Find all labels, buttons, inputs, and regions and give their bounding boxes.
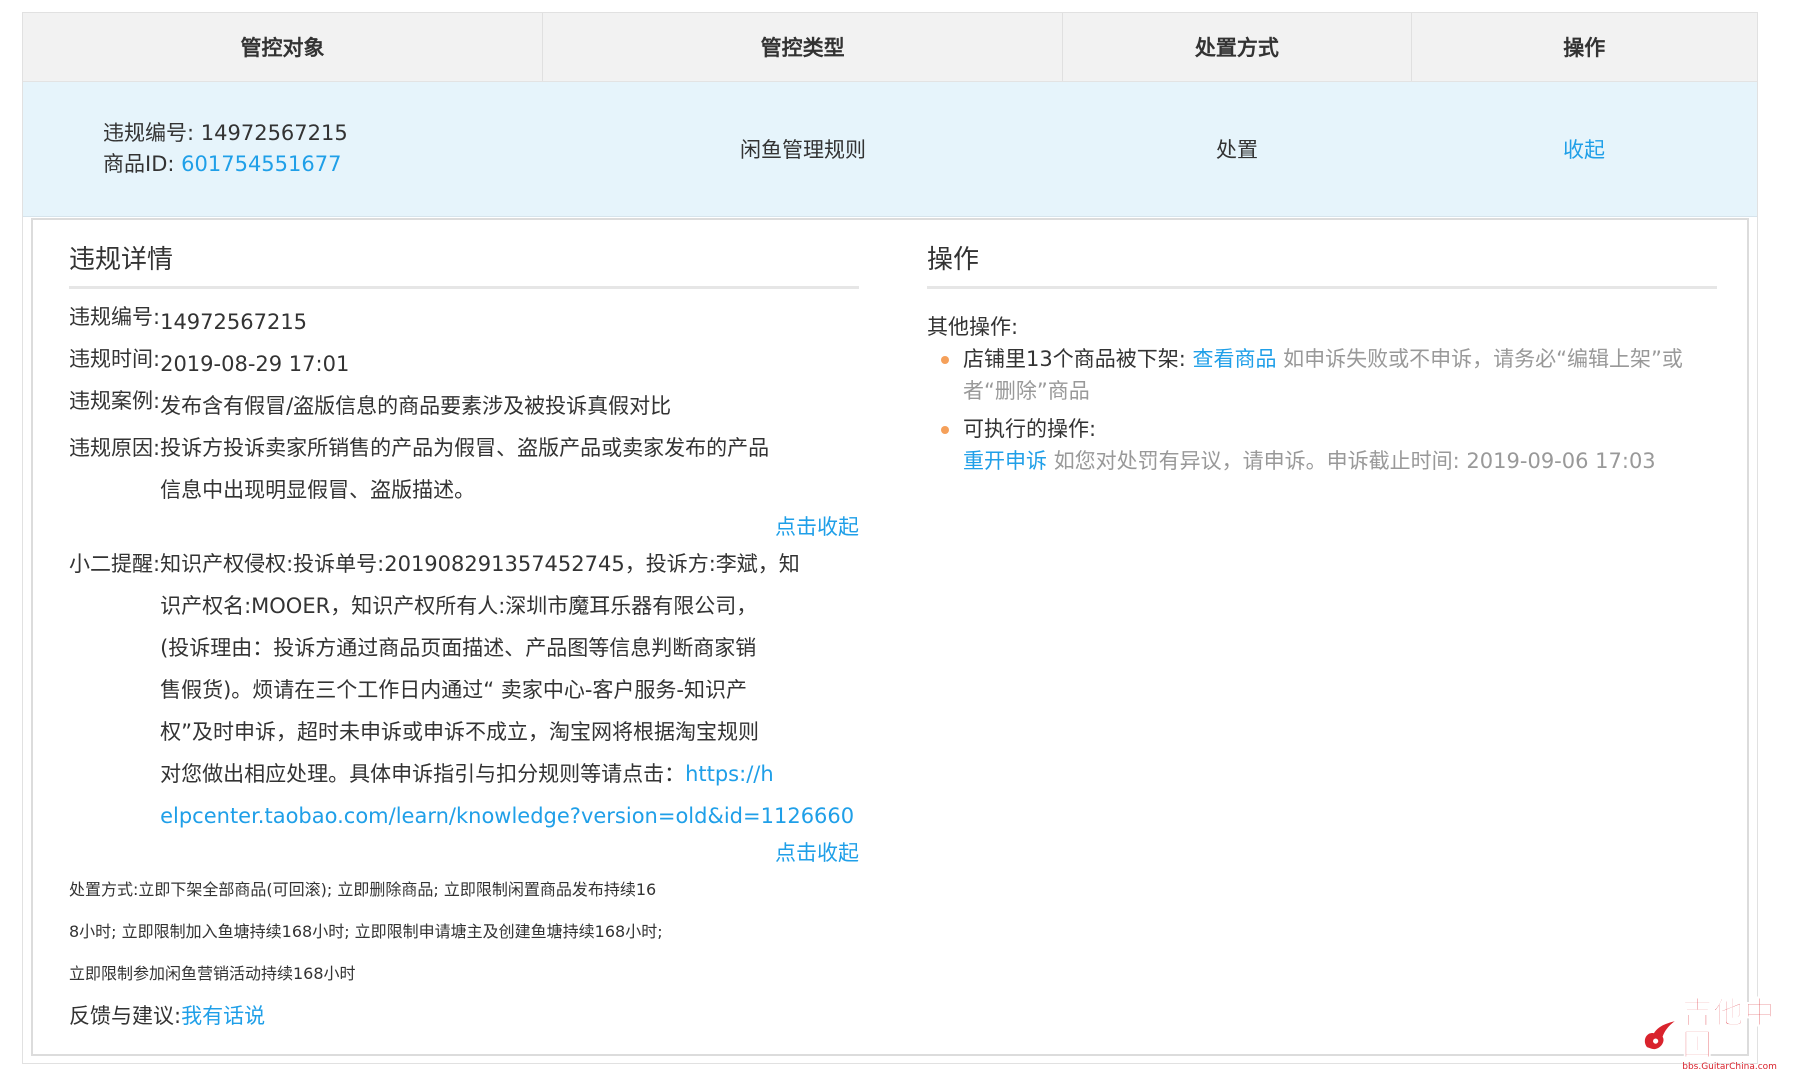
collapse-tip-link[interactable]: 点击收起 <box>775 841 859 865</box>
reopen-appeal-link[interactable]: 重开申诉 <box>963 449 1047 473</box>
header-target: 管控对象 <box>23 13 544 81</box>
violation-number: 违规编号: 14972567215 <box>103 121 348 145</box>
section-title-detail: 违规详情 <box>69 242 859 289</box>
operations-section: 操作 其他操作: 店铺里13个商品被下架: 查看商品 如申诉失败或不申诉，请务必… <box>927 220 1717 477</box>
detail-number: 违规编号: 14972567215 <box>69 305 308 334</box>
section-title-operations: 操作 <box>927 242 1717 289</box>
other-operations-label: 其他操作: <box>927 315 1019 339</box>
help-link-part2[interactable]: elpcenter.taobao.com/learn/knowledge?ver… <box>160 804 854 828</box>
bullet-dot-icon <box>941 356 949 364</box>
cell-disposal: 处置 <box>1216 138 1258 162</box>
cell-target: 违规编号: 14972567215 商品ID: 601754551677 <box>23 82 543 216</box>
feedback-link[interactable]: 我有话说 <box>181 1004 265 1028</box>
operation-item-appeal: 可执行的操作: <box>927 413 1717 445</box>
header-disposal: 处置方式 <box>1063 13 1412 81</box>
cell-control-type: 闲鱼管理规则 <box>740 138 866 162</box>
operation-item-delisted: 店铺里13个商品被下架: 查看商品 如申诉失败或不申诉，请务必“编辑上架”或 者… <box>927 343 1717 407</box>
item-id-link[interactable]: 601754551677 <box>181 152 341 176</box>
detail-tip: 小二提醒: 知识产权侵权:投诉单号:201908291357452745，投诉方… <box>69 552 855 828</box>
detail-feedback: 反馈与建议:我有话说 <box>69 1004 266 1028</box>
cell-action: 收起 <box>1411 82 1757 216</box>
view-items-link[interactable]: 查看商品 <box>1192 347 1276 371</box>
table-header: 管控对象 管控类型 处置方式 操作 <box>23 13 1757 82</box>
header-type: 管控类型 <box>543 13 1064 81</box>
detail-disposal: 处置方式:立即下架全部商品(可回滚); 立即删除商品; 立即限制闲置商品发布持续… <box>69 880 663 983</box>
collapse-reason-link[interactable]: 点击收起 <box>775 515 859 539</box>
detail-box: 违规详情 违规编号: 14972567215 违规时间: 2019-08-29 17… <box>31 218 1749 1056</box>
violation-detail-section: 违规详情 违规编号: 14972567215 违规时间: 2019-08-29 17… <box>69 220 859 1037</box>
detail-reason: 违规原因: 投诉方投诉卖家所销售的产品为假冒、盗版产品或卖家发布的产品 信息中出… <box>69 436 770 502</box>
appeal-row: 重开申诉 如您对处罚有异议，请申诉。申诉截止时间: 2019-09-06 17:… <box>963 449 1656 473</box>
header-action: 操作 <box>1563 36 1606 60</box>
help-link-part1[interactable]: https://h <box>685 762 774 786</box>
detail-time: 违规时间: 2019-08-29 17:01 <box>69 347 350 376</box>
detail-case: 违规案例: 发布含有假冒/盗版信息的商品要素涉及被投诉真假对比 <box>69 389 672 418</box>
watermark-logo: 吉他中国 bbs.GuitarChina.com <box>1640 997 1790 1072</box>
violation-panel: 管控对象 管控类型 处置方式 操作 违规编号: 14972567215 商品ID… <box>22 12 1758 1064</box>
bullet-dot-icon <box>941 426 949 434</box>
table-row: 违规编号: 14972567215 商品ID: 601754551677 闲鱼管… <box>23 82 1757 217</box>
guitar-logo-icon <box>1644 1021 1675 1050</box>
item-id: 商品ID: 601754551677 <box>103 152 342 176</box>
collapse-row-link[interactable]: 收起 <box>1563 134 1605 164</box>
